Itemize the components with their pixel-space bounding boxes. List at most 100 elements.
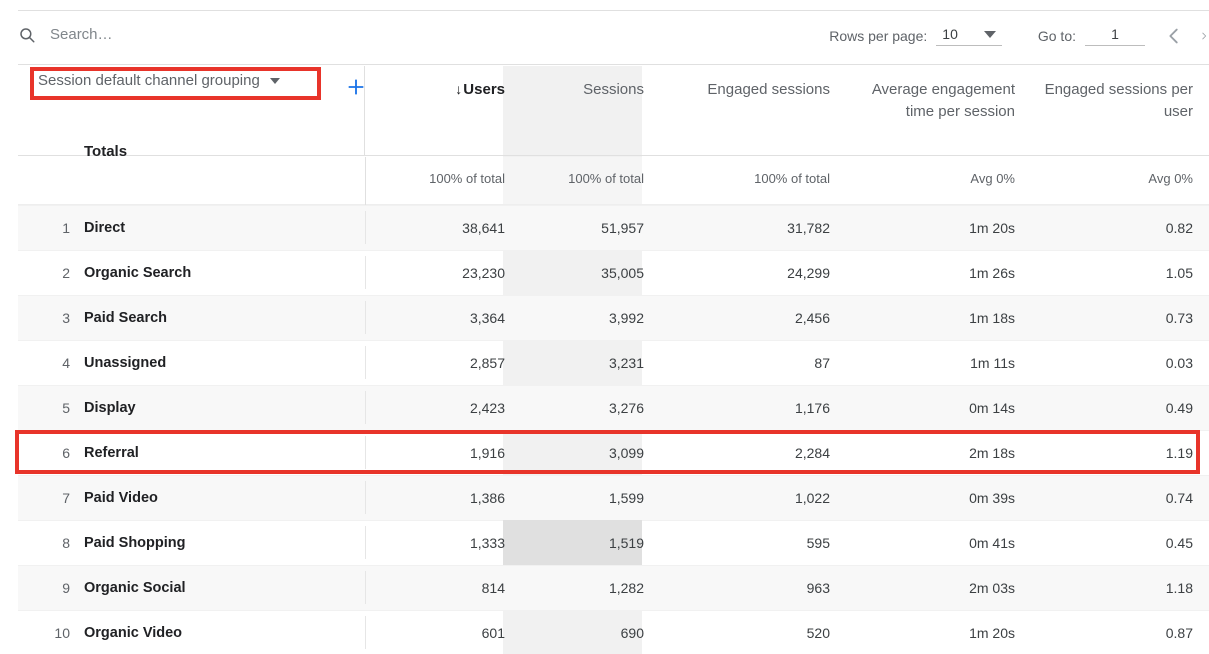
cell-avg-engagement-time: 0m 39s — [969, 489, 1015, 506]
totals-users: 100% of total — [429, 171, 505, 186]
dimension-header-cell: Session default channel grouping — [18, 66, 365, 156]
column-header-engaged-sessions-label: Engaged sessions — [707, 81, 830, 98]
row-index: 7 — [62, 489, 70, 506]
search-input[interactable] — [50, 25, 310, 45]
cell-users: 814 — [481, 579, 505, 596]
cell-engaged-sessions-per-user: 0.73 — [1165, 309, 1193, 326]
row-dimension-name[interactable]: Organic Video — [84, 610, 182, 654]
cell-avg-engagement-time: 2m 03s — [969, 579, 1015, 596]
table-row[interactable]: 9 Organic Social 814 1,282 963 2m 03s 1.… — [18, 565, 1209, 610]
totals-sessions: 100% of total — [568, 171, 644, 186]
cell-avg-engagement-time: 0m 14s — [969, 399, 1015, 416]
rows-per-page-value: 10 — [942, 26, 958, 42]
cell-sessions: 3,231 — [608, 354, 644, 371]
row-index: 6 — [62, 444, 70, 461]
cell-sessions: 690 — [620, 624, 644, 641]
row-dimension-name[interactable]: Organic Social — [84, 565, 186, 610]
rows-per-page-label: Rows per page: — [829, 28, 928, 44]
next-page-button[interactable] — [1199, 23, 1209, 49]
row-dimension-name[interactable]: Direct — [84, 205, 125, 250]
goto-label: Go to: — [1037, 28, 1076, 44]
column-header-engaged-sessions[interactable]: Engaged sessions — [660, 66, 846, 156]
table-row[interactable]: 4 Unassigned 2,857 3,231 87 1m 11s 0.03 — [18, 340, 1209, 385]
cell-avg-engagement-time: 1m 20s — [969, 624, 1015, 641]
table-row[interactable]: 7 Paid Video 1,386 1,599 1,022 0m 39s 0.… — [18, 475, 1209, 520]
cell-users: 38,641 — [462, 219, 505, 236]
chevron-down-icon — [983, 31, 996, 38]
column-header-users-label: Users — [463, 81, 505, 98]
goto-input[interactable] — [1089, 26, 1141, 42]
table-row[interactable]: 2 Organic Search 23,230 35,005 24,299 1m… — [18, 250, 1209, 295]
goto-field[interactable] — [1085, 26, 1145, 46]
previous-page-button[interactable] — [1163, 23, 1185, 49]
cell-engaged-sessions-per-user: 0.74 — [1165, 489, 1193, 506]
cell-engaged-sessions: 2,284 — [794, 444, 830, 461]
cell-engaged-sessions-per-user: 1.05 — [1165, 264, 1193, 281]
table-row[interactable]: 8 Paid Shopping 1,333 1,519 595 0m 41s 0… — [18, 520, 1209, 565]
cell-engaged-sessions: 595 — [806, 534, 830, 551]
column-header-engaged-sessions-per-user[interactable]: Engaged sessions per user — [1031, 66, 1209, 156]
cell-users: 2,857 — [469, 354, 505, 371]
row-index: 9 — [62, 579, 70, 596]
row-dimension-name[interactable]: Referral — [84, 430, 139, 475]
column-header-sessions[interactable]: Sessions — [521, 66, 660, 156]
table-row[interactable]: 10 Organic Video 601 690 520 1m 20s 0.87 — [18, 610, 1209, 654]
search-box[interactable] — [18, 25, 310, 45]
chevron-right-icon — [1202, 32, 1207, 40]
table-row[interactable]: 1 Direct 38,641 51,957 31,782 1m 20s 0.8… — [18, 205, 1209, 250]
table-body: 1 Direct 38,641 51,957 31,782 1m 20s 0.8… — [18, 205, 1209, 654]
cell-users: 23,230 — [462, 264, 505, 281]
cell-users: 2,423 — [469, 399, 505, 416]
dimension-chip[interactable]: Session default channel grouping — [30, 67, 288, 94]
row-dimension-name[interactable]: Paid Search — [84, 295, 167, 340]
table-row[interactable]: 5 Display 2,423 3,276 1,176 0m 14s 0.49 — [18, 385, 1209, 430]
row-dimension-name[interactable]: Organic Search — [84, 250, 191, 295]
dimension-chip-label: Session default channel grouping — [38, 72, 260, 89]
table-row[interactable]: 6 Referral 1,916 3,099 2,284 2m 18s 1.19 — [18, 430, 1209, 475]
table-row[interactable]: 3 Paid Search 3,364 3,992 2,456 1m 18s 0… — [18, 295, 1209, 340]
cell-sessions: 1,282 — [608, 579, 644, 596]
sort-descending-icon: ↓ — [455, 81, 463, 97]
cell-users: 3,364 — [469, 309, 505, 326]
row-index: 8 — [62, 534, 70, 551]
cell-users: 1,333 — [469, 534, 505, 551]
plus-icon — [348, 79, 364, 95]
totals-engaged-sessions-per-user: Avg 0% — [1148, 171, 1193, 186]
cell-users: 1,916 — [469, 444, 505, 461]
totals-engaged-sessions: 100% of total — [754, 171, 830, 186]
cell-avg-engagement-time: 1m 20s — [969, 219, 1015, 236]
cell-users: 601 — [481, 624, 505, 641]
cell-sessions: 3,276 — [608, 399, 644, 416]
row-dimension-name[interactable]: Unassigned — [84, 340, 166, 385]
cell-avg-engagement-time: 0m 41s — [969, 534, 1015, 551]
column-header-avg-engagement-time[interactable]: Average engagement time per session — [846, 66, 1031, 156]
column-header-users[interactable]: ↓ Users — [365, 66, 521, 156]
table-toolbar: Rows per page: 10 Go to: — [18, 10, 1209, 65]
pagination-controls: Rows per page: 10 Go to: — [829, 23, 1209, 49]
totals-row: Totals 100% of total 100% of total 100% … — [18, 143, 1209, 205]
column-header-sessions-label: Sessions — [583, 81, 644, 98]
cell-engaged-sessions: 2,456 — [794, 309, 830, 326]
chevron-left-icon — [1169, 28, 1178, 44]
analytics-table-page: Rows per page: 10 Go to: — [0, 0, 1209, 654]
row-dimension-name[interactable]: Display — [84, 385, 136, 430]
totals-label: Totals — [84, 143, 128, 160]
cell-avg-engagement-time: 1m 26s — [969, 264, 1015, 281]
cell-engaged-sessions: 31,782 — [787, 219, 830, 236]
cell-engaged-sessions-per-user: 0.49 — [1165, 399, 1193, 416]
row-index: 3 — [62, 309, 70, 326]
row-index: 5 — [62, 399, 70, 416]
cell-engaged-sessions-per-user: 0.45 — [1165, 534, 1193, 551]
chevron-down-icon — [269, 77, 280, 84]
table-header-row: Session default channel grouping ↓ Users … — [18, 66, 1209, 156]
row-index: 2 — [62, 264, 70, 281]
row-dimension-name[interactable]: Paid Video — [84, 475, 158, 520]
cell-engaged-sessions-per-user: 0.03 — [1165, 354, 1193, 371]
search-icon — [20, 28, 35, 43]
row-dimension-name[interactable]: Paid Shopping — [84, 520, 186, 565]
cell-sessions: 51,957 — [601, 219, 644, 236]
rows-per-page-select[interactable]: 10 — [936, 26, 1002, 46]
cell-users: 1,386 — [469, 489, 505, 506]
cell-engaged-sessions: 87 — [814, 354, 830, 371]
cell-engaged-sessions: 24,299 — [787, 264, 830, 281]
